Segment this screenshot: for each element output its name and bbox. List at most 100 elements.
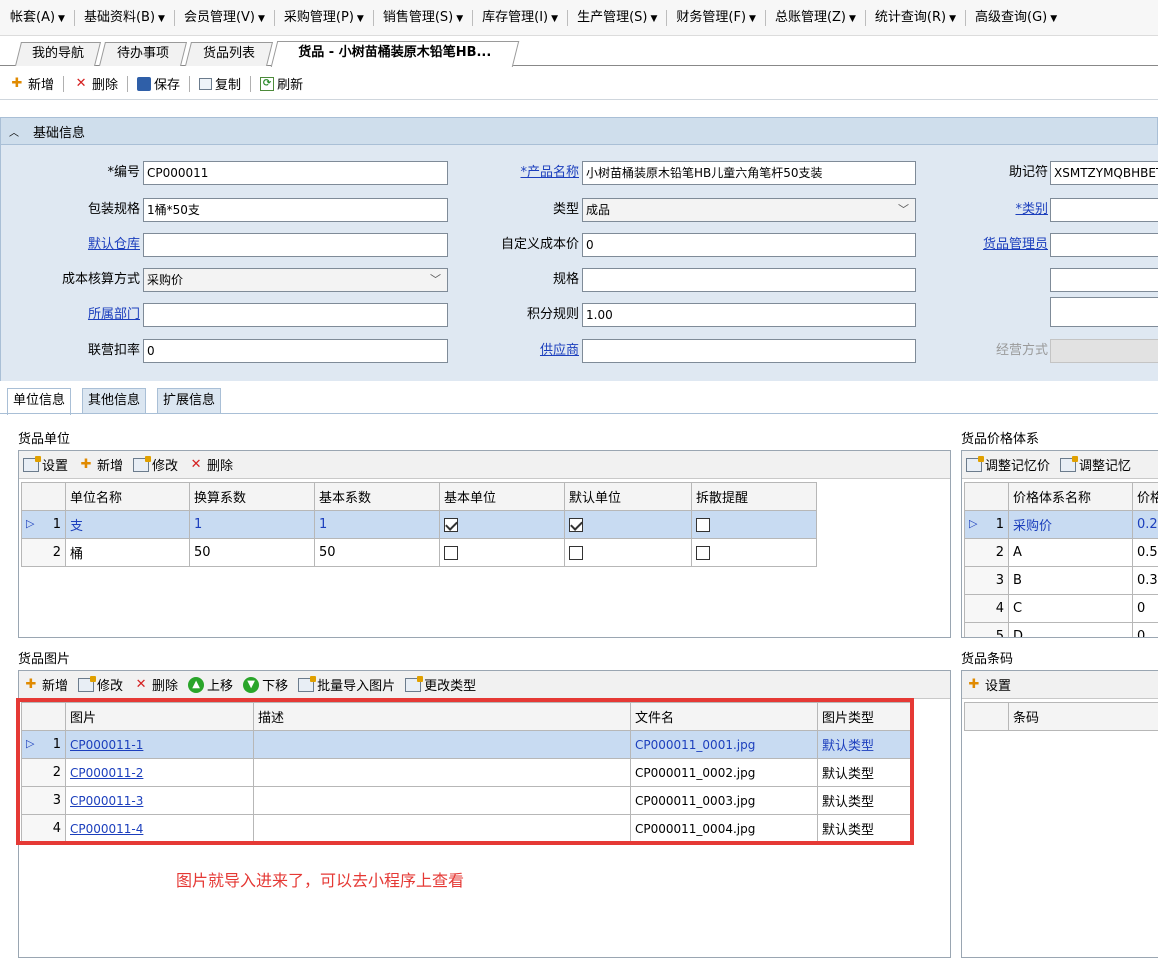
base-unit-checkbox[interactable] bbox=[444, 545, 458, 560]
menu-item[interactable]: 采购管理(P) ▼ bbox=[280, 8, 368, 28]
price-value-cell[interactable]: 0 bbox=[1132, 622, 1158, 637]
move-down-button[interactable]: ▼ 下移 bbox=[243, 675, 288, 694]
units-edit-button[interactable]: 修改 bbox=[133, 455, 178, 474]
refresh-button[interactable]: ⟳ 刷新 bbox=[257, 74, 306, 93]
price-name-cell[interactable]: B bbox=[1008, 566, 1133, 595]
column-header[interactable]: 单位名称 bbox=[65, 482, 190, 511]
default-warehouse-field[interactable] bbox=[143, 233, 448, 257]
tab-extend-info[interactable]: 扩展信息 bbox=[157, 388, 222, 414]
department-link[interactable]: 所属部门 bbox=[1, 303, 140, 327]
pack-spec-field[interactable]: 1桶*50支 bbox=[143, 198, 448, 222]
batch-import-button[interactable]: 批量导入图片 bbox=[298, 675, 395, 694]
images-edit-button[interactable]: 修改 bbox=[78, 675, 123, 694]
menu-item[interactable]: 生产管理(S) ▼ bbox=[573, 8, 661, 28]
table-row[interactable]: 5D0 bbox=[964, 622, 1158, 637]
price-name-cell[interactable]: 采购价 bbox=[1008, 510, 1133, 539]
menu-item[interactable]: 统计查询(R) ▼ bbox=[871, 8, 960, 28]
type-select[interactable]: 成品 ﹀ bbox=[582, 198, 916, 222]
tab-my-navigation[interactable]: 我的导航 bbox=[15, 42, 101, 66]
split-remind-checkbox[interactable] bbox=[696, 517, 710, 532]
base-unit-checkbox[interactable] bbox=[444, 517, 458, 532]
column-header[interactable]: 基本单位 bbox=[439, 482, 565, 511]
code-field[interactable]: CP000011 bbox=[143, 161, 448, 185]
goods-manager-field[interactable] bbox=[1050, 233, 1158, 257]
images-delete-button[interactable]: ✕ 删除 bbox=[133, 675, 178, 694]
copy-button[interactable]: 复制 bbox=[196, 74, 244, 93]
custom-cost-field[interactable]: 0 bbox=[582, 233, 916, 257]
base-factor-cell[interactable]: 1 bbox=[314, 510, 440, 539]
price-value-cell[interactable]: 0.29 bbox=[1132, 510, 1158, 539]
tab-unit-info[interactable]: 单位信息 bbox=[7, 388, 72, 415]
save-button[interactable]: 保存 bbox=[134, 74, 183, 93]
menu-item[interactable]: 基础资料(B) ▼ bbox=[80, 8, 169, 28]
default-unit-checkbox[interactable] bbox=[569, 517, 583, 532]
table-row[interactable]: 2 A 0.5 bbox=[964, 538, 1158, 567]
barcode-set-button[interactable]: ✚ 设置 bbox=[966, 675, 1011, 694]
table-row[interactable]: 3 B 0.3 bbox=[964, 566, 1158, 595]
basic-info-header[interactable]: ︿ 基础信息 bbox=[0, 117, 1158, 145]
price-name-cell[interactable]: C bbox=[1008, 594, 1133, 623]
extra-field-1[interactable] bbox=[1050, 268, 1158, 292]
collapse-chevron-icon[interactable]: ︿ bbox=[9, 124, 19, 139]
base-factor-cell[interactable]: 50 bbox=[314, 538, 440, 567]
product-name-field[interactable]: 小树苗桶装原木铅笔HB儿童六角笔杆50支装 bbox=[582, 161, 916, 185]
add-button[interactable]: ✚ 新增 bbox=[6, 74, 57, 93]
goods-manager-link[interactable]: 货品管理员 bbox=[931, 233, 1048, 257]
default-unit-checkbox[interactable] bbox=[569, 545, 583, 560]
supplier-field[interactable] bbox=[582, 339, 916, 363]
change-type-button[interactable]: 更改类型 bbox=[405, 675, 476, 694]
conversion-cell[interactable]: 50 bbox=[189, 538, 315, 567]
units-set-button[interactable]: 设置 bbox=[23, 455, 68, 474]
tab-other-info[interactable]: 其他信息 bbox=[82, 388, 147, 414]
column-header[interactable]: 条码 bbox=[1008, 702, 1158, 731]
joint-rate-field[interactable]: 0 bbox=[143, 339, 448, 363]
adjust-memory-price-button[interactable]: 调整记忆价 bbox=[966, 455, 1050, 474]
tab-todo[interactable]: 待办事项 bbox=[99, 42, 187, 66]
department-field[interactable] bbox=[143, 303, 448, 327]
unit-name-cell[interactable]: 支 bbox=[65, 510, 190, 539]
price-value-cell[interactable]: 0.5 bbox=[1132, 538, 1158, 567]
extra-field-2[interactable] bbox=[1050, 297, 1158, 327]
unit-name-cell[interactable]: 桶 bbox=[65, 538, 190, 567]
units-delete-button[interactable]: ✕ 删除 bbox=[188, 455, 233, 474]
supplier-link[interactable]: 供应商 bbox=[471, 339, 579, 363]
conversion-cell[interactable]: 1 bbox=[189, 510, 315, 539]
category-link[interactable]: *类别 bbox=[931, 198, 1048, 222]
menu-item[interactable]: 库存管理(I) ▼ bbox=[478, 8, 562, 28]
column-header[interactable]: 默认单位 bbox=[564, 482, 692, 511]
mnemonic-field[interactable]: XSMTZYMQBHBETL bbox=[1050, 161, 1158, 185]
menu-item[interactable]: 财务管理(F) ▼ bbox=[672, 8, 760, 28]
delete-button[interactable]: ✕ 删除 bbox=[70, 74, 121, 93]
menu-item[interactable]: 销售管理(S) ▼ bbox=[379, 8, 467, 28]
price-name-cell[interactable]: D bbox=[1008, 622, 1133, 637]
column-header[interactable]: 价格体系名称 bbox=[1008, 482, 1133, 511]
table-row[interactable]: ▷1 采购价 0.29 bbox=[964, 510, 1158, 539]
points-rule-field[interactable]: 1.00 bbox=[582, 303, 916, 327]
menu-item[interactable]: 会员管理(V) ▼ bbox=[180, 8, 269, 28]
menu-item[interactable]: 总账管理(Z) ▼ bbox=[771, 8, 860, 28]
split-remind-checkbox[interactable] bbox=[696, 545, 710, 560]
menu-item[interactable]: 高级查询(G) ▼ bbox=[971, 8, 1061, 28]
default-warehouse-link[interactable]: 默认仓库 bbox=[1, 233, 140, 257]
cost-method-select[interactable]: 采购价 ﹀ bbox=[143, 268, 448, 292]
column-header[interactable]: 价格 bbox=[1132, 482, 1158, 511]
units-add-button[interactable]: ✚ 新增 bbox=[78, 455, 123, 474]
spec-field[interactable] bbox=[582, 268, 916, 292]
menu-item[interactable]: 帐套(A) ▼ bbox=[6, 8, 69, 28]
table-row[interactable]: 2 桶 50 50 bbox=[21, 538, 817, 567]
move-up-button[interactable]: ▲ 上移 bbox=[188, 675, 233, 694]
column-header[interactable]: 拆散提醒 bbox=[691, 482, 817, 511]
table-row[interactable]: 4C0 bbox=[964, 594, 1158, 623]
category-field[interactable] bbox=[1050, 198, 1158, 222]
price-value-cell[interactable]: 0.3 bbox=[1132, 566, 1158, 595]
product-name-link[interactable]: *产品名称 bbox=[471, 161, 579, 185]
table-row[interactable]: ▷ 1 支 1 1 bbox=[21, 510, 817, 539]
price-name-cell[interactable]: A bbox=[1008, 538, 1133, 567]
column-header[interactable]: 基本系数 bbox=[314, 482, 440, 511]
adjust-memory-button[interactable]: 调整记忆 bbox=[1060, 455, 1131, 474]
price-value-cell[interactable]: 0 bbox=[1132, 594, 1158, 623]
images-add-button[interactable]: ✚ 新增 bbox=[23, 675, 68, 694]
tab-goods-list[interactable]: 货品列表 bbox=[185, 42, 273, 66]
tab-goods-detail[interactable]: 货品 - 小树苗桶装原木铅笔HB... bbox=[270, 41, 520, 67]
column-header[interactable]: 换算系数 bbox=[189, 482, 315, 511]
